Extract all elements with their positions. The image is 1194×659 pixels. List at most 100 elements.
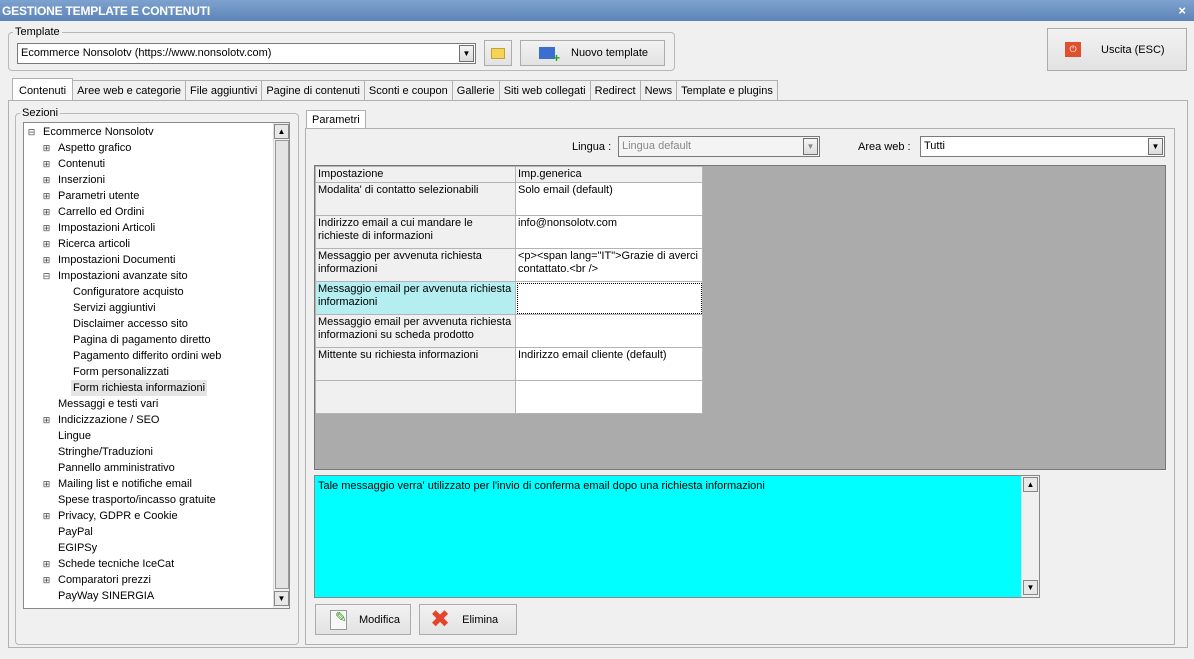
setting-name[interactable]: Messaggio email per avvenuta richiesta i… [315, 314, 516, 348]
scroll-thumb[interactable] [275, 140, 289, 589]
column-header[interactable]: Imp.generica [515, 166, 703, 183]
expand-icon[interactable]: ⊞ [42, 560, 51, 569]
tab-sconti-e-coupon[interactable]: Sconti e coupon [363, 80, 453, 100]
tree-item[interactable]: Impostazioni Articoli [56, 220, 157, 236]
tree-item[interactable]: Form richiesta informazioni [71, 380, 208, 396]
tab-pagine-di-contenuti[interactable]: Pagine di contenuti [261, 80, 365, 100]
tree-item[interactable]: Mailing list e notifiche email [56, 476, 194, 492]
tree-item[interactable]: PayPal [56, 524, 95, 540]
tree-item[interactable]: Pagina di pagamento diretto [71, 332, 213, 348]
delete-button[interactable]: ✖ Elimina [419, 604, 517, 635]
table-row[interactable]: Messaggio email per avvenuta richiesta i… [315, 281, 703, 315]
tab-siti-web-collegati[interactable]: Siti web collegati [498, 80, 591, 100]
tree-item[interactable]: Servizi aggiuntivi [71, 300, 158, 316]
setting-value[interactable]: Indirizzo email cliente (default) [515, 347, 703, 381]
tree-item[interactable]: Disclaimer accesso sito [71, 316, 190, 332]
table-row[interactable] [315, 380, 703, 414]
expand-icon[interactable]: ⊞ [42, 160, 51, 169]
setting-value[interactable] [515, 314, 703, 348]
setting-name[interactable] [315, 380, 516, 414]
setting-name[interactable]: Modalita' di contatto selezionabili [315, 182, 516, 216]
tree-item[interactable]: Privacy, GDPR e Cookie [56, 508, 180, 524]
tree-item[interactable]: Inserzioni [56, 172, 107, 188]
table-row[interactable]: Messaggio per avvenuta richiesta informa… [315, 248, 703, 282]
tab-template-e-plugins[interactable]: Template e plugins [676, 80, 778, 100]
tree-item[interactable]: Aspetto grafico [56, 140, 133, 156]
collapse-icon[interactable]: ⊟ [42, 272, 51, 281]
tab-news[interactable]: News [639, 80, 678, 100]
expand-icon[interactable]: ⊞ [42, 576, 51, 585]
tree-item[interactable]: Form personalizzati [71, 364, 171, 380]
tree-item[interactable]: Comparatori prezzi [56, 572, 153, 588]
tab-redirect[interactable]: Redirect [589, 80, 641, 100]
table-row[interactable]: Indirizzo email a cui mandare le richies… [315, 215, 703, 249]
table-row[interactable]: Messaggio email per avvenuta richiesta i… [315, 314, 703, 348]
table-row[interactable]: Modalita' di contatto selezionabili Solo … [315, 182, 703, 216]
collapse-icon[interactable]: ⊟ [27, 128, 36, 137]
setting-name[interactable]: Messaggio email per avvenuta richiesta i… [315, 281, 516, 315]
table-row[interactable]: Mittente su richiesta informazioni Indiri… [315, 347, 703, 381]
modify-button[interactable]: ✎ Modifica [315, 604, 411, 635]
tree-item[interactable]: Ricerca articoli [56, 236, 132, 252]
sections-tree[interactable]: ⊟ Ecommerce Nonsolotv ⊞ Aspetto grafico ⊞ Con… [23, 122, 290, 609]
tree-item[interactable]: Carrello ed Ordini [56, 204, 146, 220]
expand-icon[interactable]: ⊞ [42, 192, 51, 201]
lingua-select[interactable]: Lingua default ▼ [618, 136, 820, 157]
tree-item[interactable]: Messaggi e testi vari [56, 396, 160, 412]
template-select[interactable]: Ecommerce Nonsolotv (https://www.nonsolo… [17, 43, 476, 64]
tab-aree-web-e-categorie[interactable]: Aree web e categorie [72, 80, 187, 100]
scroll-down-icon[interactable]: ▼ [274, 591, 289, 606]
tree-item[interactable]: EGIPSy [56, 540, 99, 556]
expand-icon[interactable]: ⊞ [42, 144, 51, 153]
tab-gallerie[interactable]: Gallerie [451, 80, 500, 100]
chevron-down-icon[interactable]: ▼ [1148, 138, 1163, 155]
setting-name[interactable]: Messaggio per avvenuta richiesta informa… [315, 248, 516, 282]
exit-button[interactable]: ⏻ Uscita (ESC) [1047, 28, 1187, 71]
open-folder-button[interactable] [484, 40, 512, 66]
tab-contenuti[interactable]: Contenuti [12, 78, 74, 100]
tree-item[interactable]: PayWay SINERGIA [56, 588, 156, 604]
expand-icon[interactable]: ⊞ [42, 224, 51, 233]
scroll-down-icon[interactable]: ▼ [1023, 580, 1038, 595]
tree-item[interactable]: Pagamento differito ordini web [71, 348, 223, 364]
tree-scrollbar[interactable]: ▲ ▼ [273, 123, 289, 608]
tree-item[interactable]: Parametri utente [56, 188, 141, 204]
tree-item[interactable]: Schede tecniche IceCat [56, 556, 176, 572]
tree-item[interactable]: Indicizzazione / SEO [56, 412, 162, 428]
setting-value[interactable] [515, 281, 703, 315]
scroll-up-icon[interactable]: ▲ [274, 124, 289, 139]
tree-item[interactable]: Ecommerce Nonsolotv [41, 124, 156, 140]
expand-icon[interactable]: ⊞ [42, 240, 51, 249]
tree-item[interactable]: Impostazioni Documenti [56, 252, 177, 268]
setting-value[interactable] [515, 380, 703, 414]
setting-value[interactable]: info@nonsolotv.com [515, 215, 703, 249]
column-header[interactable]: Impostazione [315, 166, 516, 183]
expand-icon[interactable]: ⊞ [42, 256, 51, 265]
setting-name[interactable]: Indirizzo email a cui mandare le richies… [315, 215, 516, 249]
tree-item[interactable]: Stringhe/Traduzioni [56, 444, 155, 460]
expand-icon[interactable]: ⊞ [42, 176, 51, 185]
area-web-select[interactable]: Tutti ▼ [920, 136, 1165, 157]
close-icon[interactable]: × [1178, 0, 1186, 21]
setting-name[interactable]: Mittente su richiesta informazioni [315, 347, 516, 381]
tree-item[interactable]: Spese trasporto/incasso gratuite [56, 492, 218, 508]
chevron-down-icon[interactable]: ▼ [803, 138, 818, 155]
expand-icon[interactable]: ⊞ [42, 480, 51, 489]
expand-icon[interactable]: ⊞ [42, 512, 51, 521]
description-scrollbar[interactable]: ▲ ▼ [1021, 476, 1039, 597]
expand-icon[interactable]: ⊞ [42, 416, 51, 425]
chevron-down-icon[interactable]: ▼ [459, 45, 474, 62]
tab-file-aggiuntivi[interactable]: File aggiuntivi [185, 80, 263, 100]
scroll-up-icon[interactable]: ▲ [1023, 477, 1038, 492]
setting-value[interactable]: Solo email (default) [515, 182, 703, 216]
description-box[interactable]: Tale messaggio verra' utilizzato per l'i… [314, 475, 1040, 598]
tree-item[interactable]: Pannello amministrativo [56, 460, 177, 476]
setting-value[interactable]: <p><span lang="IT">Grazie di averci cont… [515, 248, 703, 282]
tree-item[interactable]: Configuratore acquisto [71, 284, 186, 300]
new-template-button[interactable]: + Nuovo template [520, 40, 665, 66]
tab-parametri[interactable]: Parametri [306, 110, 366, 129]
expand-icon[interactable]: ⊞ [42, 208, 51, 217]
tree-item[interactable]: Impostazioni avanzate sito [56, 268, 190, 284]
tree-item[interactable]: Lingue [56, 428, 93, 444]
tree-item[interactable]: Contenuti [56, 156, 107, 172]
